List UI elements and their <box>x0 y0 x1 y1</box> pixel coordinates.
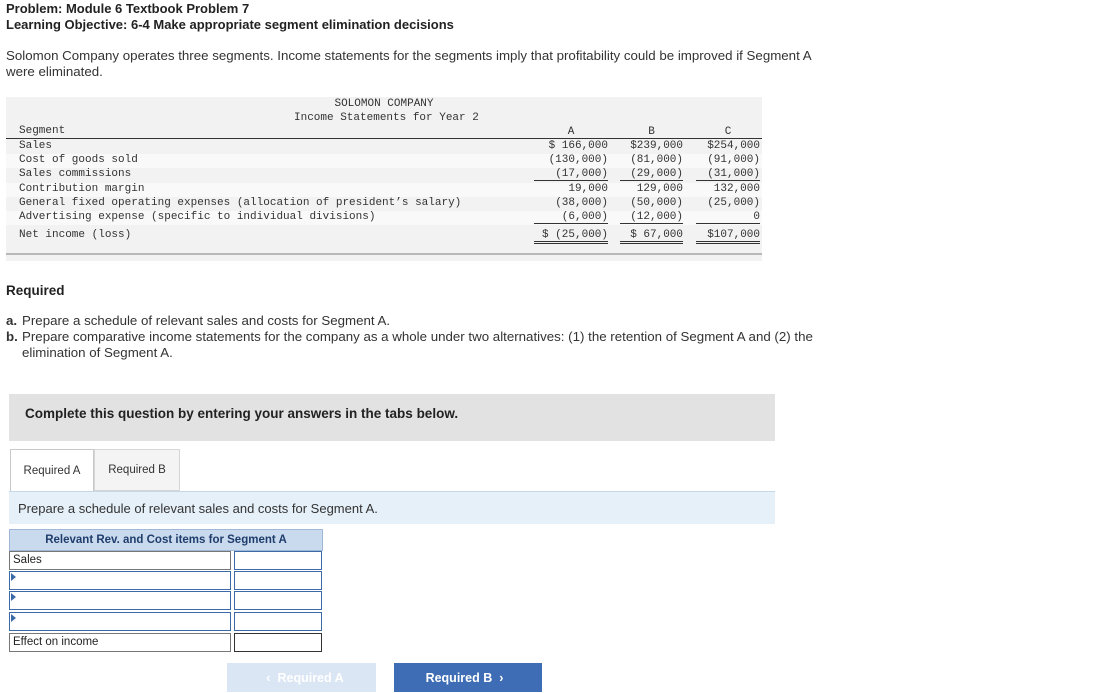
chevron-right-icon: › <box>499 670 504 685</box>
value-a: $ 166,000 <box>548 140 608 152</box>
problem-title: Problem: Module 6 Textbook Problem 7 <box>6 1 250 16</box>
item-marker: b. <box>6 329 18 344</box>
dropdown-indicator-icon <box>11 614 16 622</box>
table-bottom-rule <box>6 253 762 255</box>
statement-row: General fixed operating expenses (alloca… <box>6 197 762 211</box>
instructions-banner: Complete this question by entering your … <box>9 394 775 441</box>
column-header-b: B <box>648 126 655 138</box>
value-b: (50,000) <box>630 197 683 209</box>
tab-instruction: Prepare a schedule of relevant sales and… <box>9 491 775 524</box>
schedule-label-select[interactable] <box>9 571 231 590</box>
value-a: 19,000 <box>568 183 608 195</box>
income-statement-table: SOLOMON COMPANY Income Statements for Ye… <box>6 97 762 261</box>
value-b: (81,000) <box>630 154 683 166</box>
value-b: $ 67,000 <box>620 229 683 244</box>
statement-row: Contribution margin 19,000 129,000 132,0… <box>6 183 762 197</box>
tab-required-b[interactable]: Required B <box>94 449 180 491</box>
row-label: Cost of goods sold <box>19 154 138 166</box>
learning-objective: Learning Objective: 6-4 Make appropriate… <box>6 17 454 32</box>
required-item-b: b. Prepare comparative income statements… <box>6 329 856 361</box>
item-text: Prepare a schedule of relevant sales and… <box>22 313 391 328</box>
schedule-amount-input[interactable] <box>234 612 322 631</box>
schedule-label-select[interactable] <box>9 591 231 610</box>
banner-text: Complete this question by entering your … <box>25 406 459 421</box>
required-item-a: a. Prepare a schedule of relevant sales … <box>6 313 856 329</box>
statement-row: Sales commissions (17,000) (29,000) (31,… <box>6 168 762 182</box>
statement-row: Advertising expense (specific to individ… <box>6 211 762 225</box>
prev-button-label: Required A <box>277 670 344 685</box>
item-marker: a. <box>6 313 18 328</box>
next-button[interactable]: Required B › <box>394 663 542 692</box>
company-name: SOLOMON COMPANY <box>334 98 434 110</box>
statement-row-total: Net income (loss) $ (25,000) $ 67,000 $1… <box>6 229 762 244</box>
value-c: $254,000 <box>707 140 760 152</box>
prev-button[interactable]: ‹ Required A <box>227 663 376 692</box>
schedule-total-input[interactable] <box>234 633 322 652</box>
chevron-left-icon: ‹ <box>266 670 271 685</box>
row-label: Advertising expense (specific to individ… <box>19 211 376 223</box>
value-b: (29,000) <box>620 168 683 181</box>
header-rule <box>6 138 762 139</box>
next-button-label: Required B <box>425 670 493 685</box>
value-a: (6,000) <box>534 211 608 224</box>
item-text: Prepare comparative income statements fo… <box>22 329 813 360</box>
statement-title: Income Statements for Year 2 <box>294 112 479 124</box>
instruction-text: Prepare a schedule of relevant sales and… <box>18 501 378 516</box>
schedule-amount-input[interactable] <box>234 591 322 610</box>
schedule-label-cell: Effect on income <box>9 633 231 652</box>
required-title: Required <box>6 283 65 298</box>
schedule-amount-input[interactable] <box>234 551 322 570</box>
statement-row: Sales $ 166,000 $239,000 $254,000 <box>6 140 762 154</box>
value-c: 132,000 <box>713 183 760 195</box>
value-c: (91,000) <box>707 154 760 166</box>
value-a: (38,000) <box>555 197 608 209</box>
column-header-c: C <box>724 126 732 138</box>
value-a: $ (25,000) <box>534 229 608 244</box>
schedule-label-cell: Sales <box>9 551 231 570</box>
value-b: $239,000 <box>630 140 683 152</box>
row-label: General fixed operating expenses (alloca… <box>19 197 462 209</box>
value-b: (12,000) <box>620 211 683 224</box>
row-label: Sales <box>19 140 53 152</box>
row-label: Net income (loss) <box>19 229 132 241</box>
value-c: $107,000 <box>696 229 760 244</box>
value-a: (130,000) <box>548 154 608 166</box>
value-c: 0 <box>696 211 760 224</box>
row-label: Contribution margin <box>19 183 145 195</box>
schedule-amount-input[interactable] <box>234 571 322 590</box>
schedule-header: Relevant Rev. and Cost items for Segment… <box>9 529 323 551</box>
row-label: Sales commissions <box>19 168 132 180</box>
dropdown-indicator-icon <box>11 593 16 601</box>
dropdown-indicator-icon <box>11 573 16 581</box>
value-a: (17,000) <box>534 168 608 181</box>
value-c: (31,000) <box>696 168 760 181</box>
required-list: a. Prepare a schedule of relevant sales … <box>6 313 856 361</box>
schedule-label-select[interactable] <box>9 612 231 631</box>
value-b: 129,000 <box>636 183 683 195</box>
tab-required-a[interactable]: Required A <box>10 449 94 492</box>
value-c: (25,000) <box>707 197 760 209</box>
statement-row: Cost of goods sold (130,000) (81,000) (9… <box>6 154 762 168</box>
column-header-a: A <box>567 126 575 138</box>
intro-text: Solomon Company operates three segments.… <box>6 48 811 79</box>
